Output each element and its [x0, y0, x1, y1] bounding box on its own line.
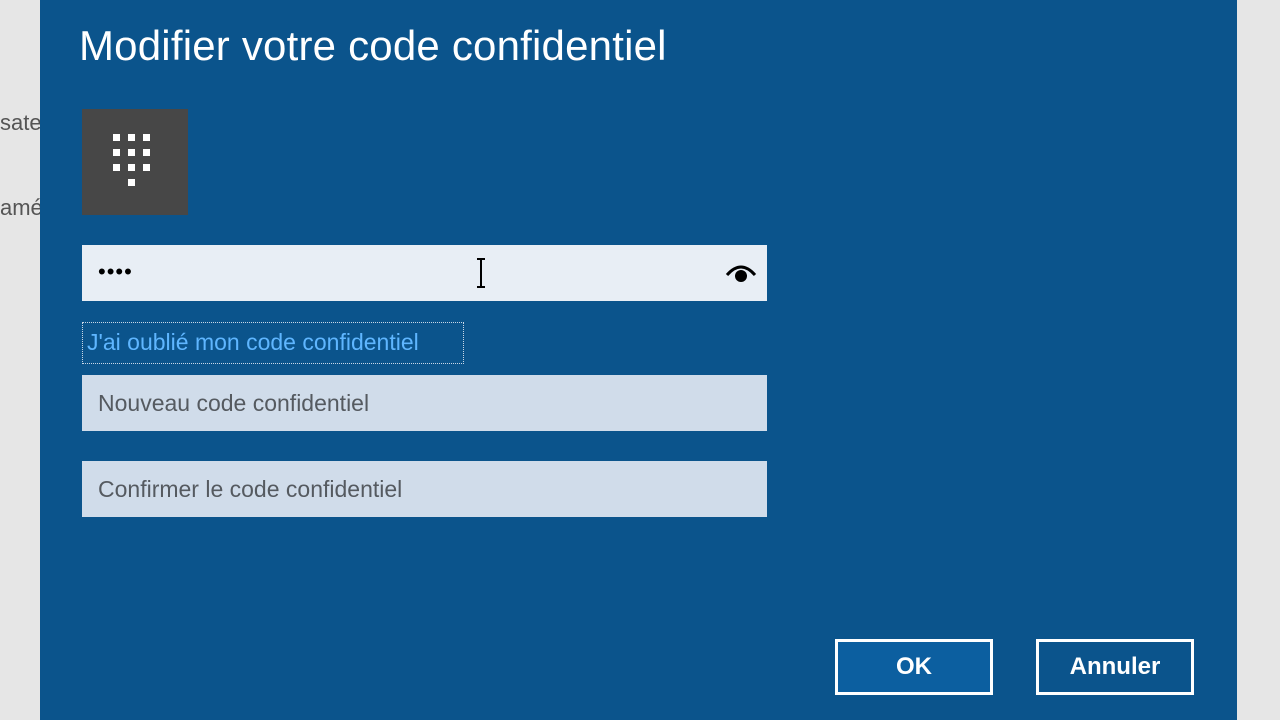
text-cursor-icon: [477, 258, 485, 288]
background-text: sate: [0, 110, 42, 135]
keypad-icon: [113, 134, 150, 186]
change-pin-dialog: Modifier votre code confidentiel •••• J'…: [40, 0, 1237, 720]
reveal-pin-button[interactable]: [725, 261, 757, 285]
pin-tile: [82, 109, 188, 215]
current-pin-field[interactable]: ••••: [82, 245, 767, 301]
forgot-pin-link[interactable]: J'ai oublié mon code confidentiel: [82, 322, 464, 364]
ok-button[interactable]: OK: [835, 639, 993, 695]
new-pin-input[interactable]: [82, 375, 767, 431]
background-text: amé: [0, 195, 43, 220]
confirm-pin-input[interactable]: [82, 461, 767, 517]
current-pin-value: ••••: [98, 259, 133, 284]
dialog-title: Modifier votre code confidentiel: [79, 22, 667, 69]
background-window-edge: [1237, 0, 1280, 720]
eye-icon: [725, 265, 757, 282]
cancel-button[interactable]: Annuler: [1036, 639, 1194, 695]
